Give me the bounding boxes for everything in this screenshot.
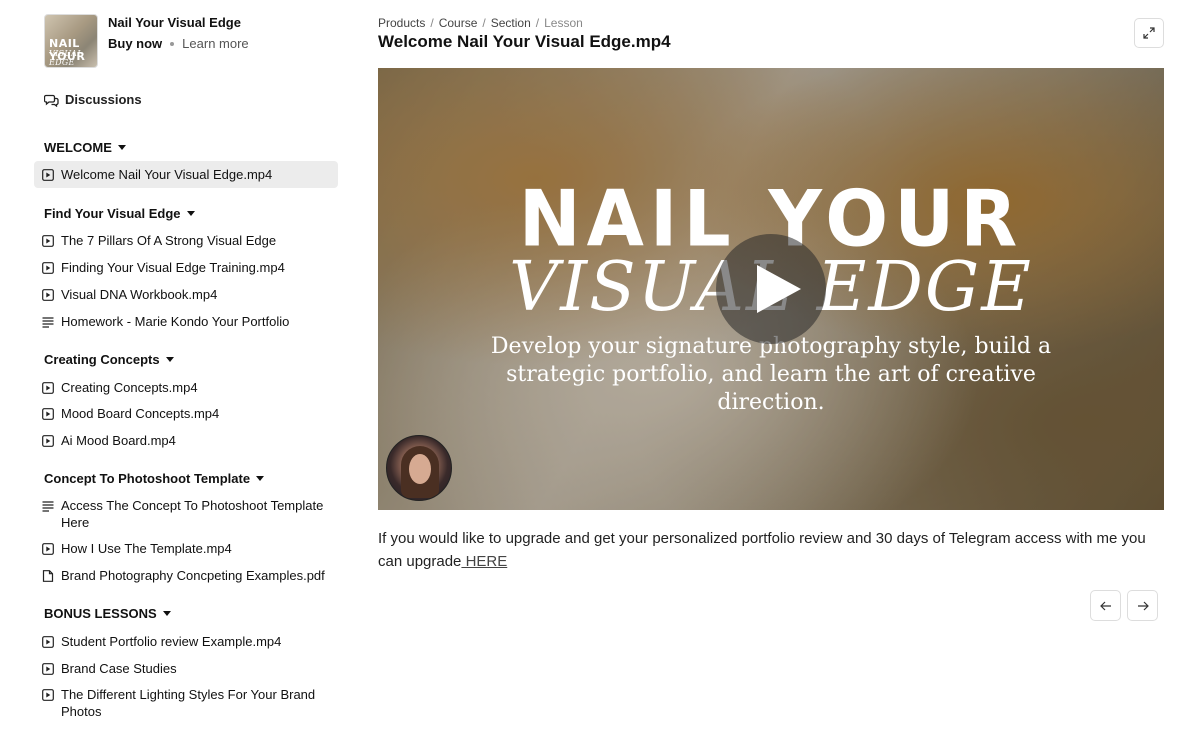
lesson-item[interactable]: Brand Case Studies [34, 655, 338, 682]
video-icon [42, 261, 54, 274]
caret-down-icon [117, 145, 126, 150]
section-title: Creating Concepts [44, 352, 160, 367]
lesson-item[interactable]: Student Portfolio review Example.mp4 [34, 628, 338, 655]
discussions-label: Discussions [65, 92, 142, 107]
section-header-creating-concepts[interactable]: Creating Concepts [44, 352, 174, 367]
video-icon [42, 635, 54, 648]
play-icon [757, 265, 801, 313]
text-lines-icon [42, 500, 54, 512]
lesson-item[interactable]: How I Use The Template.mp4 [34, 535, 338, 562]
breadcrumb: Products / Course / Section / Lesson [378, 16, 583, 30]
sidebar: NAIL YOUR VISUAL EDGE Nail Your Visual E… [0, 0, 350, 732]
caret-down-icon [165, 357, 174, 362]
video-player[interactable]: NAIL YOUR VISUAL EDGE Develop your signa… [378, 68, 1164, 510]
thumbnail-subtitle: VISUAL EDGE [49, 49, 83, 67]
section-header-welcome[interactable]: WELCOME [44, 140, 126, 155]
breadcrumb-separator: / [482, 16, 486, 30]
text-lines-icon [42, 316, 54, 328]
lesson-label: The Different Lighting Styles For Your B… [61, 687, 316, 719]
lesson-item[interactable]: Welcome Nail Your Visual Edge.mp4 [34, 161, 338, 188]
video-icon [42, 381, 54, 394]
buy-now-link[interactable]: Buy now [108, 36, 162, 51]
lesson-label: Student Portfolio review Example.mp4 [61, 634, 282, 649]
discussions-link[interactable]: Discussions [44, 92, 142, 107]
next-lesson-button[interactable] [1127, 590, 1158, 621]
lesson-label: Creating Concepts.mp4 [61, 380, 198, 395]
lesson-item[interactable]: Visual DNA Workbook.mp4 [34, 281, 338, 308]
section-title: Find Your Visual Edge [44, 206, 181, 221]
section-header-concept-to-photoshoot-template[interactable]: Concept To Photoshoot Template [44, 471, 265, 486]
breadcrumb-lesson: Lesson [544, 16, 583, 30]
lesson-label: Access The Concept To Photoshoot Templat… [61, 498, 324, 530]
breadcrumb-products[interactable]: Products [378, 16, 425, 30]
chat-bubbles-icon [44, 94, 59, 107]
avatar-face [409, 454, 431, 484]
caret-down-icon [186, 211, 195, 216]
breadcrumb-section[interactable]: Section [491, 16, 531, 30]
lesson-item[interactable]: Mood Board Concepts.mp4 [34, 400, 338, 427]
expand-icon [1143, 27, 1155, 39]
lesson-label: The 7 Pillars Of A Strong Visual Edge [61, 233, 277, 248]
expand-button[interactable] [1134, 18, 1164, 48]
product-links: Buy now Learn more [108, 36, 249, 51]
lesson-item[interactable]: Brand Photography Concpeting Examples.pd… [34, 562, 338, 589]
video-icon [42, 662, 54, 675]
upgrade-link[interactable]: HERE [461, 553, 508, 570]
product-title: Nail Your Visual Edge [108, 15, 241, 30]
avatar [386, 435, 452, 501]
arrow-left-icon [1099, 601, 1111, 610]
video-icon [42, 288, 54, 301]
product-meta: Nail Your Visual Edge Buy now Learn more [108, 14, 249, 68]
arrow-right-icon [1137, 601, 1149, 610]
lesson-item[interactable]: Access The Concept To Photoshoot Templat… [34, 492, 338, 536]
video-icon [42, 434, 54, 447]
product-header: NAIL YOUR VISUAL EDGE Nail Your Visual E… [44, 14, 249, 68]
video-icon [42, 168, 54, 181]
section-header-bonus-lessons[interactable]: BONUS LESSONS [44, 606, 171, 621]
lesson-label: Homework - Marie Kondo Your Portfolio [61, 314, 290, 329]
video-icon [42, 234, 54, 247]
lesson-label: Ai Mood Board.mp4 [61, 433, 176, 448]
lesson-label: How I Use The Template.mp4 [61, 541, 232, 556]
lesson-label: Mood Board Concepts.mp4 [61, 406, 220, 421]
breadcrumb-course[interactable]: Course [439, 16, 478, 30]
lesson-description: If you would like to upgrade and get you… [378, 527, 1164, 573]
lesson-item[interactable]: Ai Mood Board.mp4 [34, 427, 338, 454]
lesson-label: Finding Your Visual Edge Training.mp4 [61, 260, 285, 275]
lesson-item[interactable]: Creating Concepts.mp4 [34, 374, 338, 401]
video-tagline: Develop your signature photography style… [490, 334, 1052, 415]
video-icon [42, 407, 54, 420]
lesson-item[interactable]: The 7 Pillars Of A Strong Visual Edge [34, 227, 338, 254]
lesson-item[interactable]: Finding Your Visual Edge Training.mp4 [34, 254, 338, 281]
breadcrumb-separator: / [430, 16, 434, 30]
separator-dot [170, 41, 175, 46]
section-title: WELCOME [44, 140, 112, 155]
section-title: Concept To Photoshoot Template [44, 471, 251, 486]
play-button[interactable] [716, 234, 826, 344]
section-header-find-your-visual-edge[interactable]: Find Your Visual Edge [44, 206, 195, 221]
previous-lesson-button[interactable] [1090, 590, 1121, 621]
lesson-item[interactable]: The Different Lighting Styles For Your B… [34, 681, 338, 725]
learn-more-link[interactable]: Learn more [182, 36, 248, 51]
lesson-label: Visual DNA Workbook.mp4 [61, 287, 218, 302]
section-title: BONUS LESSONS [44, 606, 157, 621]
product-thumbnail[interactable]: NAIL YOUR VISUAL EDGE [44, 14, 98, 68]
lesson-item[interactable]: Homework - Marie Kondo Your Portfolio [34, 308, 338, 335]
caret-down-icon [256, 476, 265, 481]
file-icon [42, 569, 54, 582]
breadcrumb-separator: / [535, 16, 540, 30]
caret-down-icon [162, 611, 171, 616]
lesson-label: Brand Photography Concpeting Examples.pd… [61, 568, 325, 583]
lesson-label: Welcome Nail Your Visual Edge.mp4 [61, 167, 273, 182]
page-title: Welcome Nail Your Visual Edge.mp4 [378, 32, 671, 51]
video-icon [42, 688, 54, 701]
video-icon [42, 542, 54, 555]
lesson-label: Brand Case Studies [61, 661, 177, 676]
